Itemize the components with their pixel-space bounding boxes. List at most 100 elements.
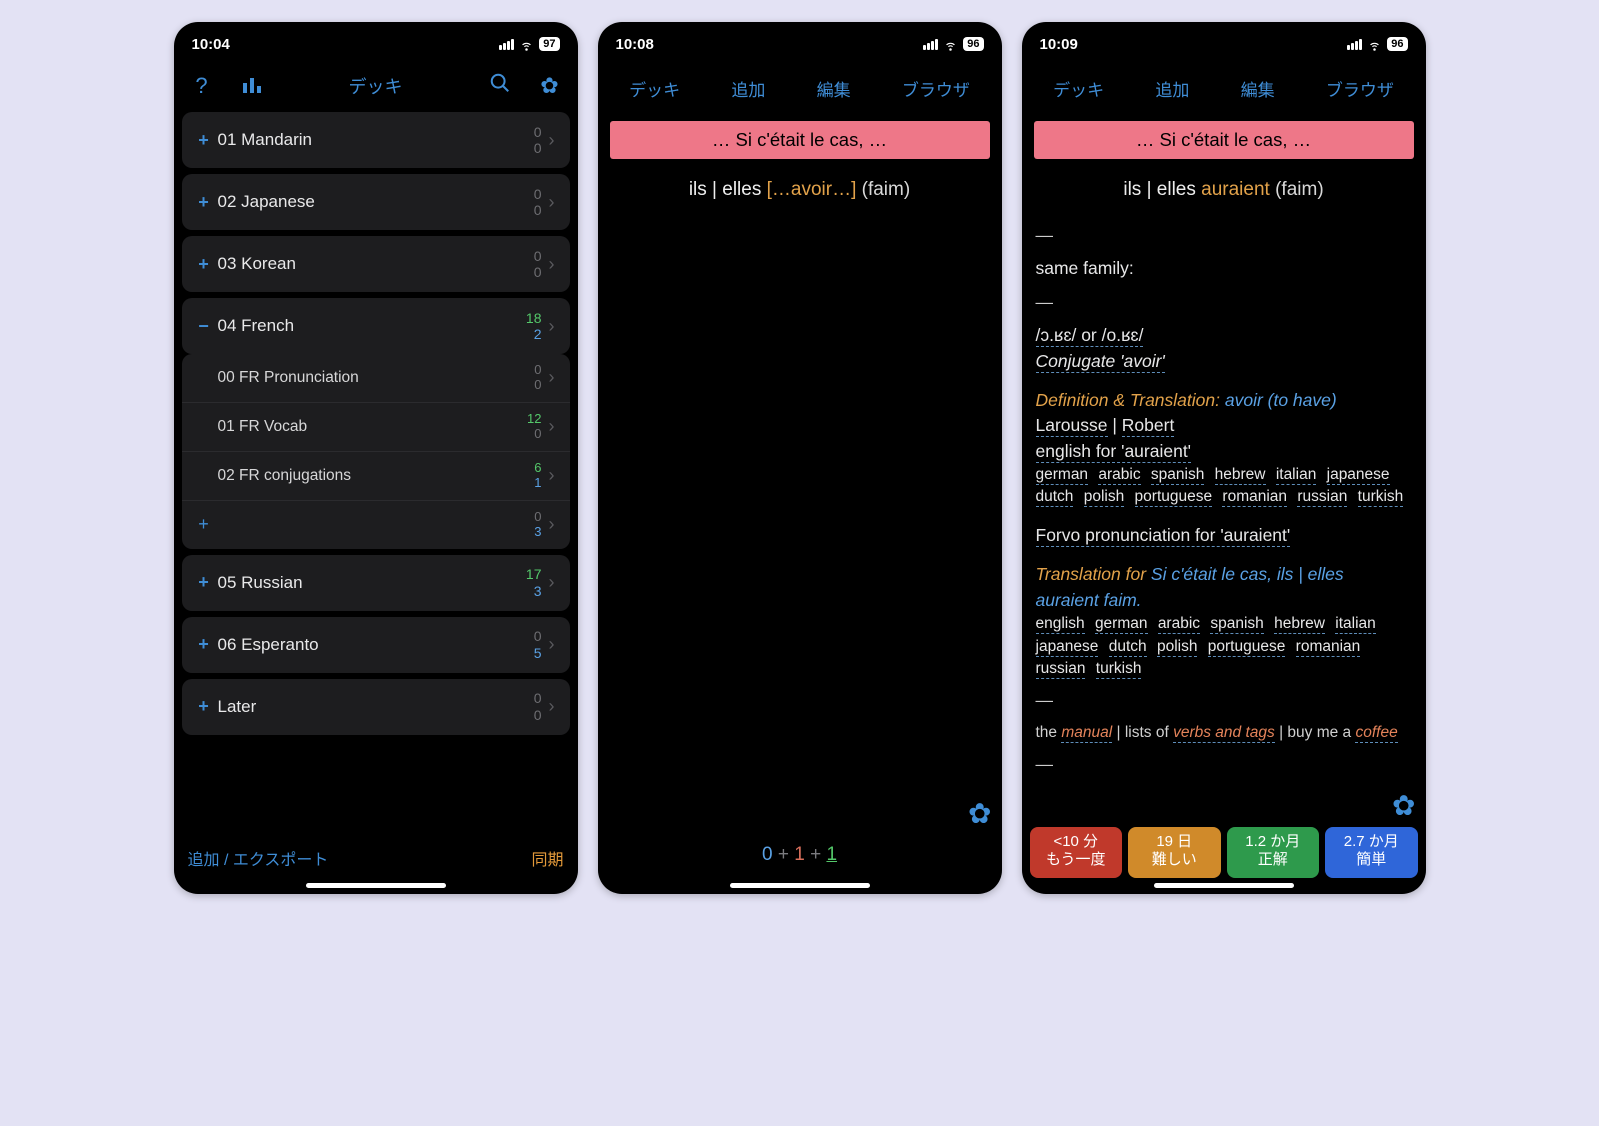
expand-icon[interactable]: + bbox=[190, 130, 218, 151]
lang-link-spanish[interactable]: spanish bbox=[1151, 466, 1204, 485]
lang-link-italian[interactable]: italian bbox=[1276, 466, 1317, 485]
expand-icon[interactable]: + bbox=[190, 572, 218, 593]
lang-link-romanian[interactable]: romanian bbox=[1222, 488, 1287, 507]
chevron-right-icon[interactable]: › bbox=[542, 316, 562, 337]
chevron-right-icon[interactable]: › bbox=[542, 634, 562, 655]
stats-icon[interactable] bbox=[236, 73, 268, 99]
lang-link-russian[interactable]: russian bbox=[1297, 488, 1347, 507]
expand-icon[interactable]: + bbox=[190, 192, 218, 213]
larousse-link[interactable]: Larousse bbox=[1036, 415, 1108, 437]
good-button[interactable]: 1.2 か月正解 bbox=[1227, 827, 1320, 879]
tab-2[interactable]: 編集 bbox=[1241, 76, 1275, 101]
ipa-link[interactable]: /ɔ.ʁɛ/ or /o.ʁɛ/ bbox=[1036, 325, 1144, 347]
tab-0[interactable]: デッキ bbox=[629, 76, 680, 101]
deck-name: Later bbox=[218, 697, 506, 717]
deck-row[interactable]: +05 Russian173› bbox=[182, 555, 570, 611]
subdeck-row[interactable]: +03› bbox=[182, 501, 570, 549]
again-button[interactable]: <10 分もう一度 bbox=[1030, 827, 1123, 879]
tab-bar: デッキ 追加 編集 ブラウザ bbox=[1022, 66, 1426, 115]
subdeck-row[interactable]: 02 FR conjugations61› bbox=[182, 452, 570, 501]
tab-0[interactable]: デッキ bbox=[1053, 76, 1104, 101]
lang-link-arabic[interactable]: arabic bbox=[1158, 615, 1200, 634]
gear-icon[interactable]: ✿ bbox=[968, 797, 991, 830]
deck-row[interactable]: +Later00› bbox=[182, 679, 570, 735]
add-export-button[interactable]: 追加 / エクスポート bbox=[188, 846, 329, 870]
expand-icon[interactable]: + bbox=[190, 254, 218, 275]
toolbar: ? デッキ ✿ bbox=[174, 66, 578, 112]
search-icon[interactable] bbox=[484, 72, 516, 100]
sync-button[interactable]: 同期 bbox=[531, 846, 563, 870]
chevron-right-icon[interactable]: › bbox=[542, 367, 562, 388]
expand-icon[interactable]: + bbox=[190, 634, 218, 655]
deck-row[interactable]: +06 Esperanto05› bbox=[182, 617, 570, 673]
tab-3[interactable]: ブラウザ bbox=[1326, 76, 1394, 101]
help-icon[interactable]: ? bbox=[186, 73, 218, 99]
chevron-right-icon[interactable]: › bbox=[542, 192, 562, 213]
tab-1[interactable]: 追加 bbox=[731, 76, 765, 101]
english-for-link[interactable]: english for 'auraient' bbox=[1036, 441, 1192, 463]
lang-link-russian[interactable]: russian bbox=[1036, 660, 1086, 679]
robert-link[interactable]: Robert bbox=[1122, 415, 1175, 437]
cloze-prompt: ils | elles […avoir…] (faim) bbox=[598, 165, 1002, 209]
chevron-right-icon[interactable]: › bbox=[542, 130, 562, 151]
lang-link-english[interactable]: english bbox=[1036, 615, 1085, 634]
expand-icon[interactable]: − bbox=[190, 316, 218, 337]
ease-label: 難しい bbox=[1132, 851, 1217, 870]
forvo-link[interactable]: Forvo pronunciation for 'auraient' bbox=[1036, 525, 1291, 547]
chevron-right-icon[interactable]: › bbox=[542, 514, 562, 535]
easy-button[interactable]: 2.7 か月簡単 bbox=[1325, 827, 1418, 879]
chevron-right-icon[interactable]: › bbox=[542, 572, 562, 593]
deck-name: 01 Mandarin bbox=[218, 130, 506, 150]
chevron-right-icon[interactable]: › bbox=[542, 465, 562, 486]
lang-link-german[interactable]: german bbox=[1095, 615, 1148, 634]
lang-link-dutch[interactable]: dutch bbox=[1109, 638, 1147, 657]
lang-link-italian[interactable]: italian bbox=[1335, 615, 1376, 634]
tab-3[interactable]: ブラウザ bbox=[902, 76, 970, 101]
chevron-right-icon[interactable]: › bbox=[542, 416, 562, 437]
add-subdeck-icon[interactable]: + bbox=[190, 514, 218, 535]
deck-row[interactable]: +03 Korean00› bbox=[182, 236, 570, 292]
status-bar: 10:09 96 bbox=[1022, 22, 1426, 66]
lang-link-japanese[interactable]: japanese bbox=[1036, 638, 1099, 657]
lang-link-portuguese[interactable]: portuguese bbox=[1135, 488, 1213, 507]
deck-list[interactable]: +01 Mandarin00› +02 Japanese00› +03 Korean… bbox=[174, 112, 578, 836]
lang-link-hebrew[interactable]: hebrew bbox=[1274, 615, 1325, 634]
subdeck-row[interactable]: 00 FR Pronunciation00› bbox=[182, 354, 570, 403]
home-indicator[interactable] bbox=[730, 883, 870, 888]
card-back[interactable]: … Si c'était le cas, … ils | elles aurai… bbox=[1022, 115, 1426, 894]
lang-link-japanese[interactable]: japanese bbox=[1327, 466, 1390, 485]
lang-link-arabic[interactable]: arabic bbox=[1098, 466, 1140, 485]
coffee-link[interactable]: coffee bbox=[1355, 724, 1397, 743]
lang-link-german[interactable]: german bbox=[1036, 466, 1089, 485]
lang-link-turkish[interactable]: turkish bbox=[1358, 488, 1404, 507]
home-indicator[interactable] bbox=[306, 883, 446, 888]
deck-row[interactable]: +02 Japanese00› bbox=[182, 174, 570, 230]
hard-button[interactable]: 19 日難しい bbox=[1128, 827, 1221, 879]
lang-link-romanian[interactable]: romanian bbox=[1296, 638, 1361, 657]
chevron-right-icon[interactable]: › bbox=[542, 254, 562, 275]
conjugate-link[interactable]: Conjugate 'avoir' bbox=[1036, 351, 1165, 373]
tab-1[interactable]: 追加 bbox=[1155, 76, 1189, 101]
deck-row[interactable]: +01 Mandarin00› bbox=[182, 112, 570, 168]
deck-row[interactable]: −04 French182› bbox=[182, 298, 570, 354]
expand-icon[interactable]: + bbox=[190, 696, 218, 717]
gear-icon[interactable]: ✿ bbox=[534, 73, 566, 99]
lang-link-hebrew[interactable]: hebrew bbox=[1215, 466, 1266, 485]
lang-link-polish[interactable]: polish bbox=[1157, 638, 1198, 657]
prompt-pre: ils | elles bbox=[1123, 179, 1201, 200]
tab-2[interactable]: 編集 bbox=[817, 76, 851, 101]
lang-link-turkish[interactable]: turkish bbox=[1096, 660, 1142, 679]
home-indicator[interactable] bbox=[1154, 883, 1294, 888]
deck-counts: 05 bbox=[506, 628, 542, 660]
card-front[interactable]: … Si c'était le cas, … ils | elles […avo… bbox=[598, 115, 1002, 826]
lang-link-dutch[interactable]: dutch bbox=[1036, 488, 1074, 507]
lang-link-spanish[interactable]: spanish bbox=[1210, 615, 1263, 634]
battery-badge: 96 bbox=[963, 37, 983, 51]
lang-link-portuguese[interactable]: portuguese bbox=[1208, 638, 1286, 657]
lang-link-polish[interactable]: polish bbox=[1084, 488, 1125, 507]
manual-link[interactable]: manual bbox=[1061, 724, 1112, 743]
verbs-tags-link[interactable]: verbs and tags bbox=[1173, 724, 1275, 743]
gear-icon[interactable]: ✿ bbox=[1392, 789, 1415, 822]
chevron-right-icon[interactable]: › bbox=[542, 696, 562, 717]
subdeck-row[interactable]: 01 FR Vocab120› bbox=[182, 403, 570, 452]
